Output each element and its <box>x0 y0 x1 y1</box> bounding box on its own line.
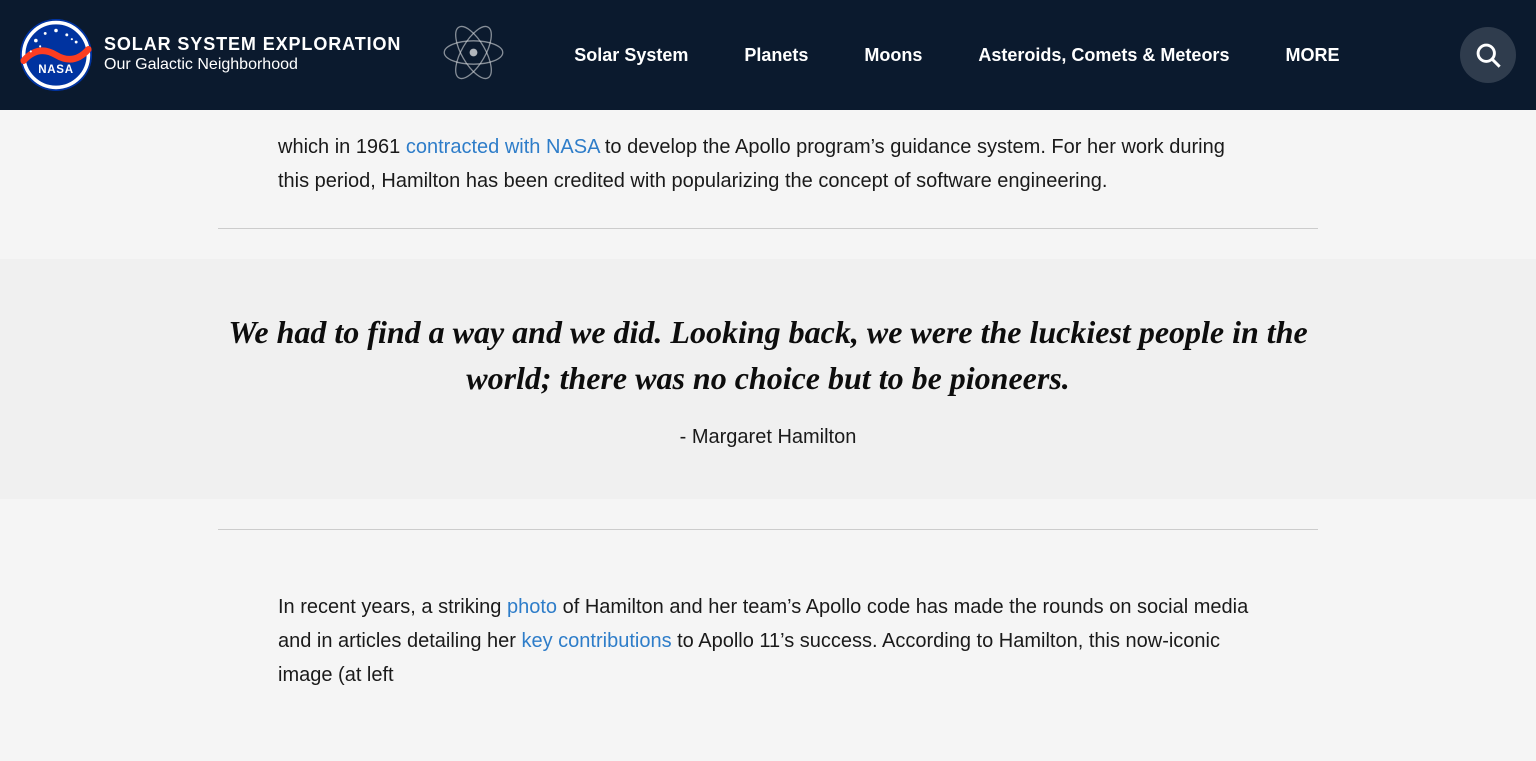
logo-link[interactable]: NASA SOLAR SYSTEM EXPLORATION Our Galact… <box>20 19 401 91</box>
quote-text: We had to find a way and we did. Looking… <box>218 309 1318 402</box>
nasa-logo: NASA <box>20 19 92 91</box>
site-title-area: SOLAR SYSTEM EXPLORATION Our Galactic Ne… <box>104 34 401 76</box>
contracted-nasa-link[interactable]: contracted with NASA <box>406 136 599 158</box>
intro-paragraph: which in 1961 contracted with NASA to de… <box>278 130 1258 198</box>
main-nav: Solar System Planets Moons Asteroids, Co… <box>546 0 1460 110</box>
site-header: NASA SOLAR SYSTEM EXPLORATION Our Galact… <box>0 0 1536 110</box>
key-contributions-link[interactable]: key contributions <box>521 630 671 652</box>
photo-link[interactable]: photo <box>507 596 557 618</box>
intro-text-before: which in 1961 <box>278 136 406 158</box>
main-content: which in 1961 contracted with NASA to de… <box>0 110 1536 712</box>
lower-text-before-link1: In recent years, a striking <box>278 596 507 618</box>
nav-item-planets[interactable]: Planets <box>716 0 836 110</box>
lower-text-section: In recent years, a striking photo of Ham… <box>218 560 1318 712</box>
divider-top <box>218 228 1318 229</box>
quote-section: We had to find a way and we did. Looking… <box>0 259 1536 499</box>
nav-item-asteroids[interactable]: Asteroids, Comets & Meteors <box>950 0 1257 110</box>
nav-item-more[interactable]: MORE <box>1257 0 1367 110</box>
svg-text:NASA: NASA <box>38 64 74 76</box>
article-intro: which in 1961 contracted with NASA to de… <box>218 110 1318 198</box>
search-icon <box>1474 41 1502 69</box>
nav-item-solar-system[interactable]: Solar System <box>546 0 716 110</box>
lower-paragraph: In recent years, a striking photo of Ham… <box>278 590 1258 692</box>
galaxy-icon <box>441 20 506 85</box>
quote-attribution: - Margaret Hamilton <box>60 426 1476 449</box>
site-title-top: SOLAR SYSTEM EXPLORATION <box>104 34 401 56</box>
divider-bottom <box>218 529 1318 530</box>
galaxy-icon-wrap <box>441 20 506 90</box>
nav-item-moons[interactable]: Moons <box>836 0 950 110</box>
search-button[interactable] <box>1460 27 1516 83</box>
site-title-sub: Our Galactic Neighborhood <box>104 55 401 76</box>
